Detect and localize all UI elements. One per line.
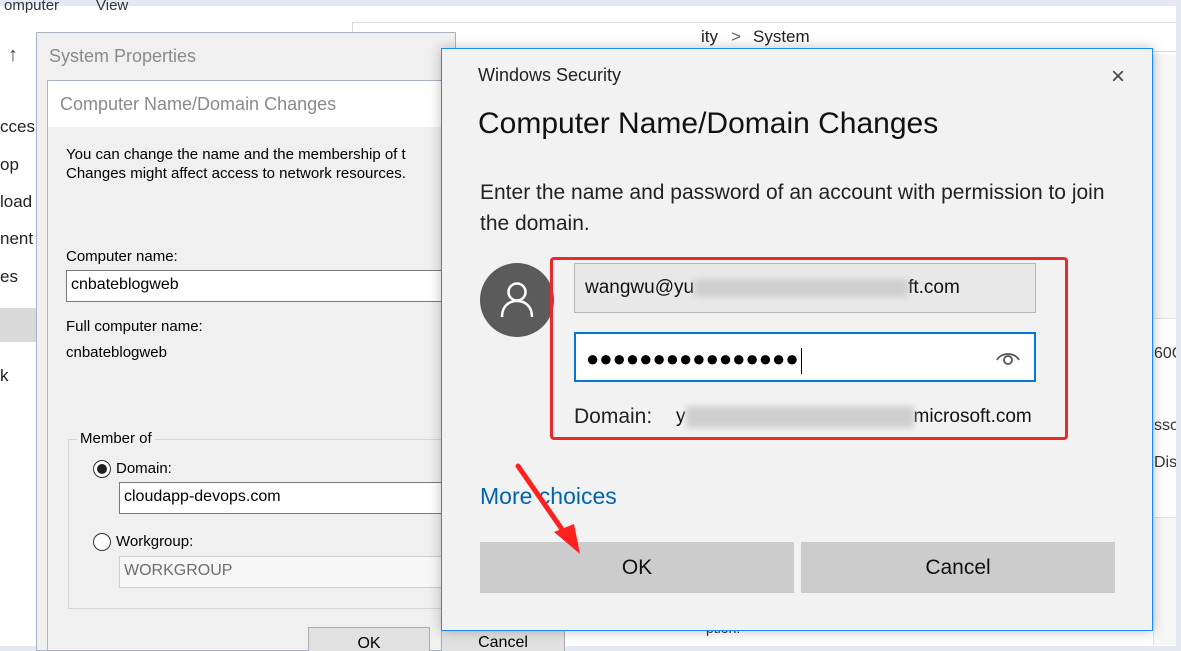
member-of-label: Member of — [77, 430, 155, 447]
dialog-title: Computer Name/Domain Changes — [60, 94, 337, 114]
computer-name-input[interactable]: cnbateblogweb — [66, 270, 466, 302]
up-arrow-icon[interactable]: ↑ — [8, 44, 18, 67]
ok-button[interactable]: OK — [308, 627, 430, 651]
member-of-group: Member of Domain: cloudapp-devops.com Wo… — [68, 430, 468, 609]
window-frame-right — [1176, 0, 1181, 651]
cancel-button[interactable]: Cancel — [801, 542, 1115, 593]
menu-item-computer[interactable]: omputer — [4, 0, 59, 14]
full-computer-name-label: Full computer name: — [66, 318, 203, 335]
dialog-title: Windows Security — [478, 65, 622, 85]
sidebar-item[interactable]: cces — [0, 117, 35, 137]
breadcrumb-separator: > — [731, 27, 741, 46]
highlight-box — [550, 257, 1068, 440]
sidebar-selected-item[interactable] — [0, 308, 38, 342]
sidebar-item[interactable]: nent — [0, 229, 33, 249]
workgroup-radio-label[interactable]: Workgroup: — [116, 533, 193, 550]
description-line-1: You can change the name and the membersh… — [66, 146, 406, 163]
sidebar-item[interactable]: k — [0, 366, 9, 386]
computer-name-changes-dialog: Computer Name/Domain Changes You can cha… — [47, 80, 468, 651]
domain-radio[interactable] — [93, 460, 111, 478]
workgroup-radio[interactable] — [93, 533, 111, 551]
window-title: System Properties — [49, 46, 197, 66]
sidebar-item[interactable]: op — [0, 155, 19, 175]
user-avatar-icon — [480, 263, 554, 337]
menu-item-view[interactable]: View — [96, 0, 128, 14]
workgroup-input: WORKGROUP — [119, 556, 459, 588]
dialog-heading: Computer Name/Domain Changes — [478, 107, 939, 140]
close-icon[interactable]: × — [1104, 63, 1132, 91]
breadcrumb-current[interactable]: System — [753, 27, 810, 47]
sidebar-item[interactable]: load — [0, 192, 32, 212]
sidebar-item[interactable]: es — [0, 267, 18, 287]
domain-input[interactable]: cloudapp-devops.com — [119, 482, 459, 514]
full-computer-name-value: cnbateblogweb — [66, 344, 167, 361]
breadcrumb-fragment[interactable]: ity — [701, 27, 718, 47]
computer-name-label: Computer name: — [66, 248, 178, 265]
description-line-2: Changes might affect access to network r… — [66, 165, 406, 182]
menu-bar: omputer View — [0, 0, 182, 24]
domain-radio-label[interactable]: Domain: — [116, 460, 172, 477]
credential-prompt: Enter the name and password of an accoun… — [480, 181, 1105, 235]
annotation-arrow-icon — [515, 463, 580, 554]
dialog-titlebar: Computer Name/Domain Changes — [48, 81, 456, 127]
